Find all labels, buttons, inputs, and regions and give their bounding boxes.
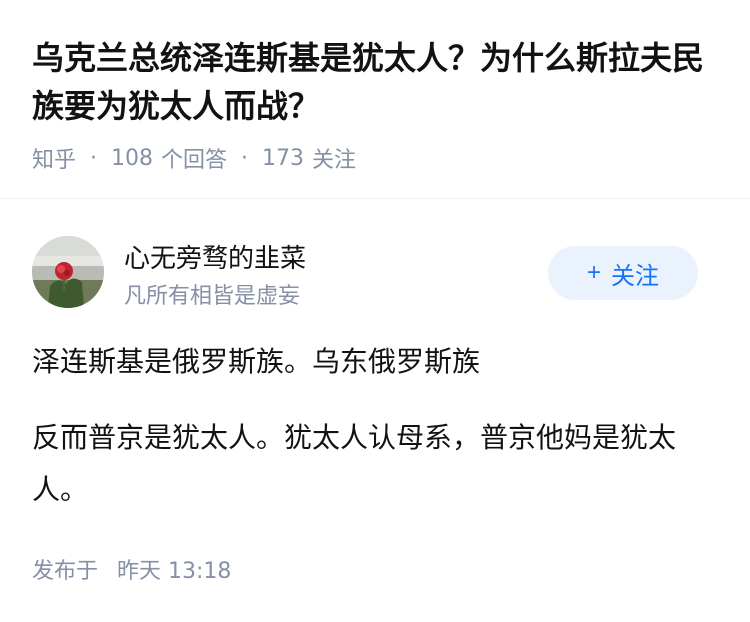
question-title[interactable]: 乌克兰总统泽连斯基是犹太人？为什么斯拉夫民族要为犹太人而战？ [32, 34, 722, 130]
answer-meta: 发布于 昨天 13:18 [32, 553, 231, 585]
avatar-image [32, 236, 104, 308]
avatar[interactable] [32, 236, 104, 308]
answer-paragraph: 反而普京是犹太人。犹太人认母系，普京他妈是犹太人。 [32, 421, 677, 506]
answer-content[interactable]: 泽连斯基是俄罗斯族。乌东俄罗斯族 反而普京是犹太人。犹太人认母系，普京他妈是犹太… [32, 336, 718, 540]
answers-label[interactable]: 个回答 [161, 142, 227, 174]
zhihu-answer-page: 乌克兰总统泽连斯基是犹太人？为什么斯拉夫民族要为犹太人而战？ 知乎 · 108 … [0, 0, 750, 622]
author-bio: 凡所有相皆是虚妄 [124, 284, 301, 309]
plus-icon: + [586, 259, 601, 286]
followers-count: 173 [262, 145, 305, 171]
published-label: 发布于 [32, 559, 99, 584]
section-divider [0, 198, 750, 199]
answer-paragraph: 泽连斯基是俄罗斯族。乌东俄罗斯族 [32, 345, 481, 378]
author-card: 心无旁骛的韭菜 凡所有相皆是虚妄 + 关注 [32, 236, 718, 309]
meta-separator: · [241, 145, 249, 171]
published-time: 昨天 13:18 [117, 559, 232, 584]
question-meta: 知乎 · 108 个回答 · 173 关注 [32, 142, 356, 174]
answers-count: 108 [111, 145, 154, 171]
author-name[interactable]: 心无旁骛的韭菜 [124, 238, 306, 275]
follow-button-label: 关注 [611, 262, 659, 290]
followers-label: 关注 [312, 148, 357, 173]
source-label[interactable]: 知乎 [32, 142, 76, 174]
follow-button[interactable]: + 关注 [548, 246, 698, 300]
meta-separator: · [90, 145, 98, 171]
